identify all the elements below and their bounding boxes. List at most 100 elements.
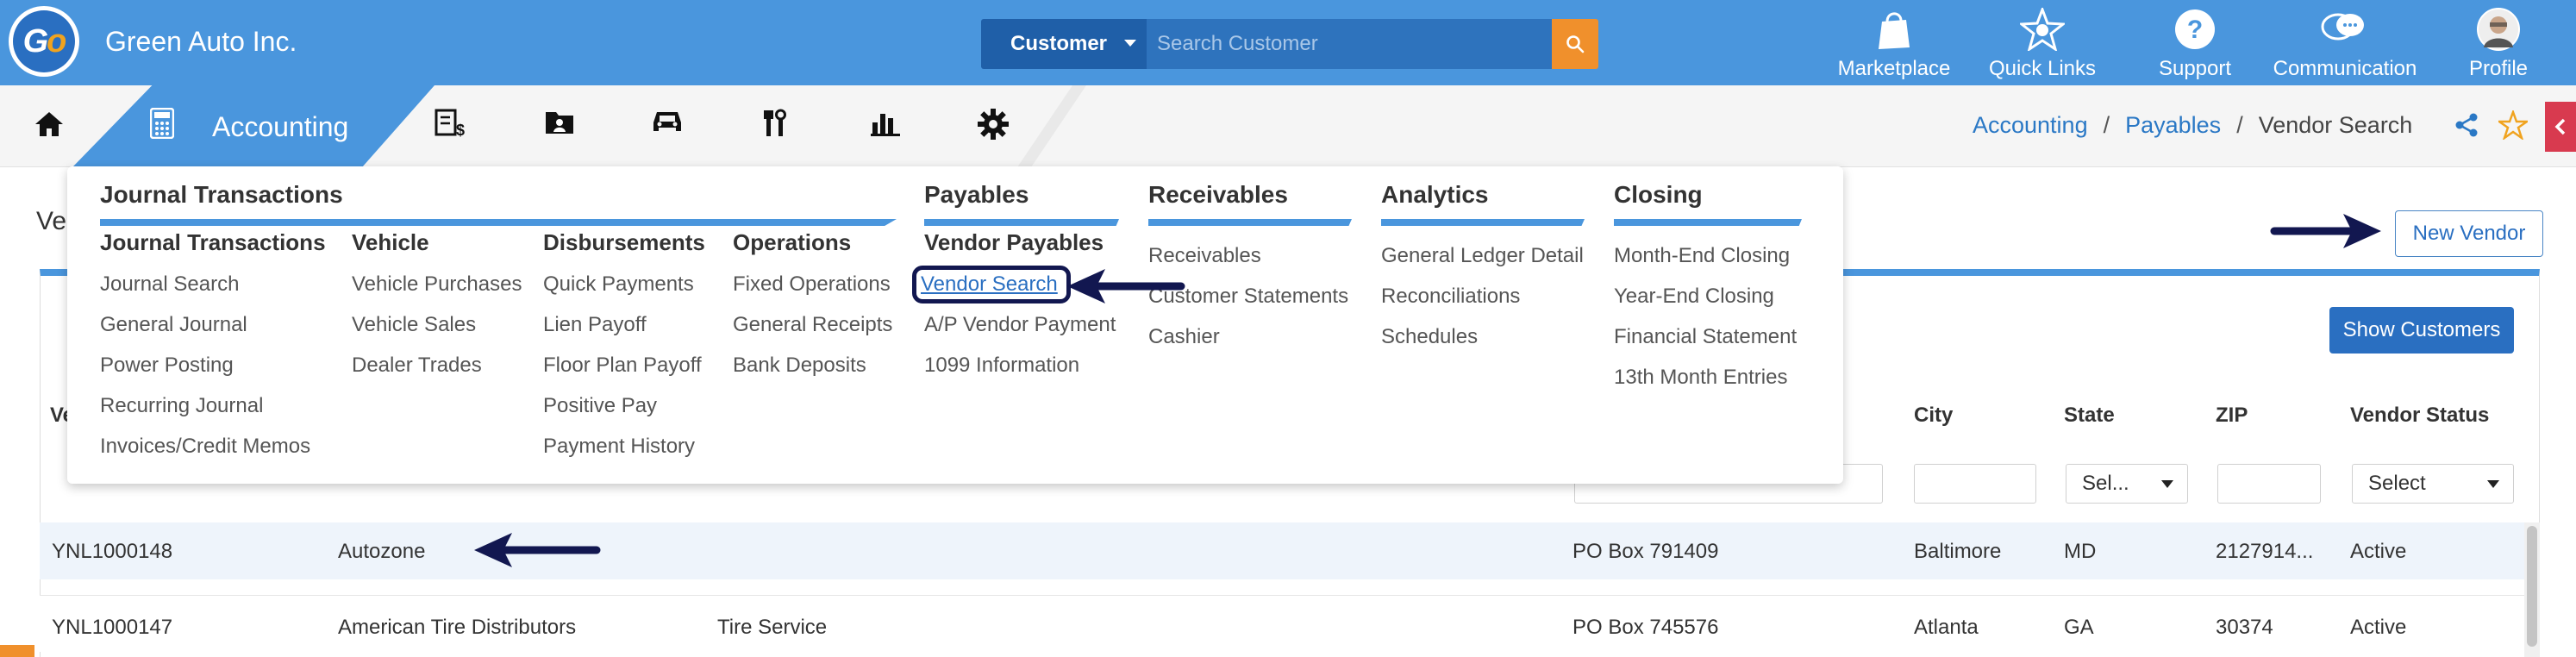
- row-city: Baltimore: [1914, 540, 2002, 563]
- column-header-state[interactable]: State: [2064, 404, 2115, 428]
- breadcrumb-current: Vendor Search: [2258, 112, 2413, 138]
- menu-item-receivables[interactable]: Receivables: [1148, 244, 1261, 268]
- company-logo[interactable]: Go: [9, 6, 79, 77]
- column-header-vendor-status[interactable]: Vendor Status: [2350, 404, 2489, 428]
- company-name: Green Auto Inc.: [105, 26, 297, 57]
- quick-links-button[interactable]: Quick Links: [1988, 7, 2097, 83]
- menu-item-lien-payoff[interactable]: Lien Payoff: [543, 313, 647, 337]
- menu-item-13th-month-entries[interactable]: 13th Month Entries: [1614, 366, 1787, 390]
- section-divider: [100, 219, 897, 226]
- menu-group-journal-transactions: Journal Transactions: [100, 229, 326, 255]
- row-zip: 2127914...: [2216, 540, 2314, 563]
- global-search: Customer: [981, 19, 1598, 69]
- menu-item-journal-search[interactable]: Journal Search: [100, 272, 239, 297]
- menu-item-fixed-operations[interactable]: Fixed Operations: [733, 272, 891, 297]
- menu-item-1099-information[interactable]: 1099 Information: [924, 354, 1079, 378]
- menu-item-power-posting[interactable]: Power Posting: [100, 354, 234, 378]
- row-status: Active: [2350, 616, 2407, 639]
- profile-button[interactable]: Profile: [2462, 7, 2535, 83]
- caret-down-icon: [1124, 40, 1136, 47]
- favorite-button[interactable]: [2496, 109, 2530, 144]
- calculator-icon: [149, 107, 175, 140]
- settings-nav-button[interactable]: [978, 109, 1009, 144]
- caret-down-icon: [2487, 480, 2499, 488]
- row-address: PO Box 745576: [1572, 616, 1719, 639]
- accounting-nav-tab[interactable]: Accounting: [72, 85, 435, 167]
- row-vendor-type: Tire Service: [717, 616, 828, 639]
- menu-item-cashier[interactable]: Cashier: [1148, 325, 1220, 349]
- side-panel-toggle[interactable]: [2545, 102, 2576, 152]
- menu-item-positive-pay[interactable]: Positive Pay: [543, 394, 657, 418]
- vehicles-nav-button[interactable]: [652, 109, 683, 139]
- search-button[interactable]: [1552, 19, 1598, 69]
- filter-state-select[interactable]: Sel...: [2066, 464, 2188, 504]
- bar-chart-icon: [871, 114, 900, 136]
- filter-city-input[interactable]: [1914, 464, 2036, 504]
- section-divider: [1148, 219, 1352, 226]
- menu-group-disbursements: Disbursements: [543, 229, 705, 255]
- menu-item-vehicle-sales[interactable]: Vehicle Sales: [352, 313, 476, 337]
- annotation-arrow-left-icon: [474, 533, 601, 567]
- contacts-nav-button[interactable]: [545, 109, 574, 139]
- search-input[interactable]: [1147, 19, 1552, 69]
- accounting-nav-label: Accounting: [212, 111, 349, 142]
- svg-text:?: ?: [2187, 16, 2203, 44]
- menu-item-invoices-credit-memos[interactable]: Invoices/Credit Memos: [100, 435, 310, 459]
- filter-status-select[interactable]: Select: [2352, 464, 2514, 504]
- reports-nav-button[interactable]: [871, 109, 900, 141]
- menu-item-floor-plan-payoff[interactable]: Floor Plan Payoff: [543, 354, 702, 378]
- tools-icon: [764, 109, 786, 136]
- search-scope-label: Customer: [1010, 32, 1108, 55]
- menu-item-bank-deposits[interactable]: Bank Deposits: [733, 354, 866, 378]
- star-clock-icon: [2020, 8, 2065, 51]
- row-address: PO Box 791409: [1572, 540, 1719, 563]
- menu-item-general-ledger-detail[interactable]: General Ledger Detail: [1381, 244, 1584, 268]
- new-vendor-button[interactable]: New Vendor: [2395, 210, 2543, 257]
- search-scope-select[interactable]: Customer: [981, 19, 1147, 69]
- row-vendor-id: YNL1000148: [52, 540, 173, 563]
- breadcrumb: Accounting / Payables / Vendor Search: [1973, 112, 2412, 139]
- support-button[interactable]: ? Support: [2154, 7, 2236, 83]
- filter-state-value: Sel...: [2082, 472, 2129, 495]
- row-vendor-name: Autozone: [338, 540, 426, 563]
- breadcrumb-accounting[interactable]: Accounting: [1973, 112, 2088, 139]
- column-header-zip[interactable]: ZIP: [2216, 404, 2248, 428]
- filter-zip-input[interactable]: [2217, 464, 2321, 504]
- menu-item-general-receipts[interactable]: General Receipts: [733, 313, 892, 337]
- section-divider: [1614, 219, 1802, 226]
- menu-item-year-end-closing[interactable]: Year-End Closing: [1614, 285, 1774, 309]
- menu-item-ap-vendor-payment[interactable]: A/P Vendor Payment: [924, 313, 1116, 337]
- menu-item-schedules[interactable]: Schedules: [1381, 325, 1478, 349]
- communication-button[interactable]: Communication: [2269, 7, 2421, 83]
- menu-section-analytics: Analytics: [1381, 181, 1489, 208]
- section-divider: [924, 219, 1119, 226]
- corner-indicator: [0, 645, 34, 657]
- quick-links-label: Quick Links: [1988, 57, 2097, 80]
- menu-item-financial-statement[interactable]: Financial Statement: [1614, 325, 1797, 349]
- annotation-arrow-right-icon: [2270, 214, 2381, 248]
- chevron-left-icon: [2554, 118, 2566, 135]
- menu-item-vehicle-purchases[interactable]: Vehicle Purchases: [352, 272, 522, 297]
- menu-section-payables: Payables: [924, 181, 1029, 208]
- share-button[interactable]: [2454, 112, 2479, 142]
- row-state: GA: [2064, 616, 2094, 639]
- menu-item-month-end-closing[interactable]: Month-End Closing: [1614, 244, 1790, 268]
- menu-item-dealer-trades[interactable]: Dealer Trades: [352, 354, 482, 378]
- column-header-city[interactable]: City: [1914, 404, 1953, 428]
- show-customers-button[interactable]: Show Customers: [2329, 307, 2514, 354]
- page-title: Ve: [36, 207, 67, 235]
- menu-item-general-journal[interactable]: General Journal: [100, 313, 247, 337]
- menu-item-quick-payments[interactable]: Quick Payments: [543, 272, 694, 297]
- menu-item-recurring-journal[interactable]: Recurring Journal: [100, 394, 263, 418]
- menu-item-payment-history[interactable]: Payment History: [543, 435, 695, 459]
- marketplace-button[interactable]: Marketplace: [1835, 7, 1954, 83]
- row-vendor-name: American Tire Distributors: [338, 616, 577, 639]
- scrollbar-thumb[interactable]: [2527, 526, 2537, 647]
- filter-status-value: Select: [2368, 472, 2426, 495]
- breadcrumb-payables[interactable]: Payables: [2125, 112, 2221, 139]
- finance-nav-button[interactable]: $: [435, 109, 467, 142]
- home-nav-button[interactable]: [34, 110, 64, 142]
- service-nav-button[interactable]: [762, 109, 788, 142]
- logo-icon: Go: [13, 10, 75, 72]
- menu-item-reconciliations[interactable]: Reconciliations: [1381, 285, 1520, 309]
